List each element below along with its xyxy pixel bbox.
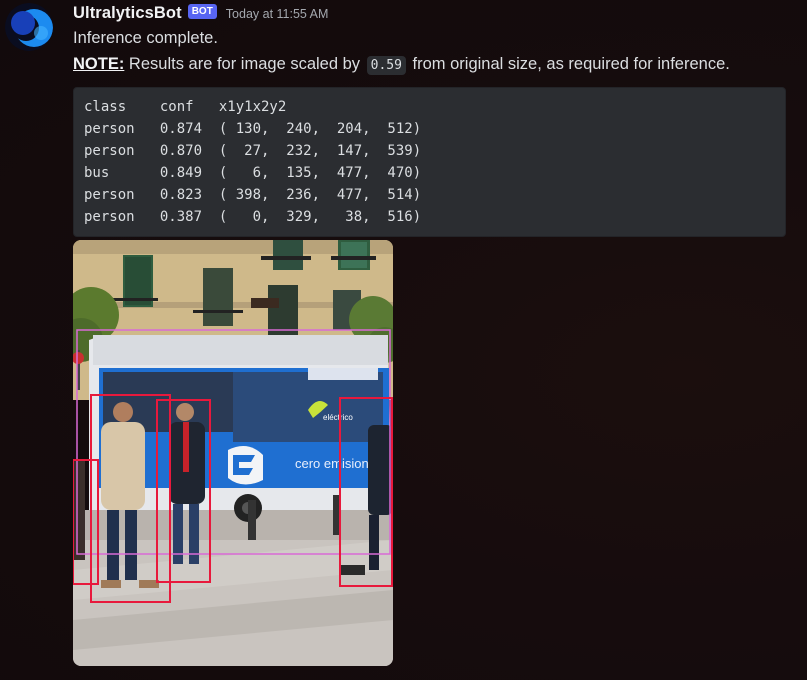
note-label: NOTE: bbox=[73, 55, 125, 73]
code-header-line: class conf x1y1x2y2 bbox=[84, 99, 287, 115]
timestamp[interactable]: Today at 11:55 AM bbox=[226, 7, 329, 21]
code-result-line: person 0.870 ( 27, 232, 147, 539) bbox=[84, 143, 422, 159]
scale-code: 0.59 bbox=[366, 56, 406, 75]
avatar[interactable] bbox=[5, 3, 53, 51]
note-text-pre: Results are for image scaled by bbox=[124, 55, 365, 73]
username[interactable]: UltralyticsBot bbox=[73, 4, 182, 23]
code-result-line: person 0.823 ( 398, 236, 477, 514) bbox=[84, 187, 422, 203]
message-header: UltralyticsBot BOT Today at 11:55 AM bbox=[73, 2, 328, 24]
message-note: NOTE: Results are for image scaled by 0.… bbox=[73, 55, 730, 75]
annotated-street-image: cero emisiones eléctrico bbox=[73, 240, 393, 666]
code-result-line: person 0.387 ( 0, 329, 38, 516) bbox=[84, 209, 422, 225]
bot-badge: BOT bbox=[187, 3, 217, 19]
code-result-line: bus 0.849 ( 6, 135, 477, 470) bbox=[84, 165, 422, 181]
results-code-block: class conf x1y1x2y2 person 0.874 ( 130, … bbox=[73, 87, 786, 237]
result-image-attachment[interactable]: cero emisiones eléctrico bbox=[73, 240, 393, 666]
code-result-line: person 0.874 ( 130, 240, 204, 512) bbox=[84, 121, 422, 137]
bus-brand-text: eléctrico bbox=[323, 413, 353, 422]
note-text-post: from original size, as required for infe… bbox=[407, 55, 730, 73]
message-text: Inference complete. bbox=[73, 29, 218, 47]
